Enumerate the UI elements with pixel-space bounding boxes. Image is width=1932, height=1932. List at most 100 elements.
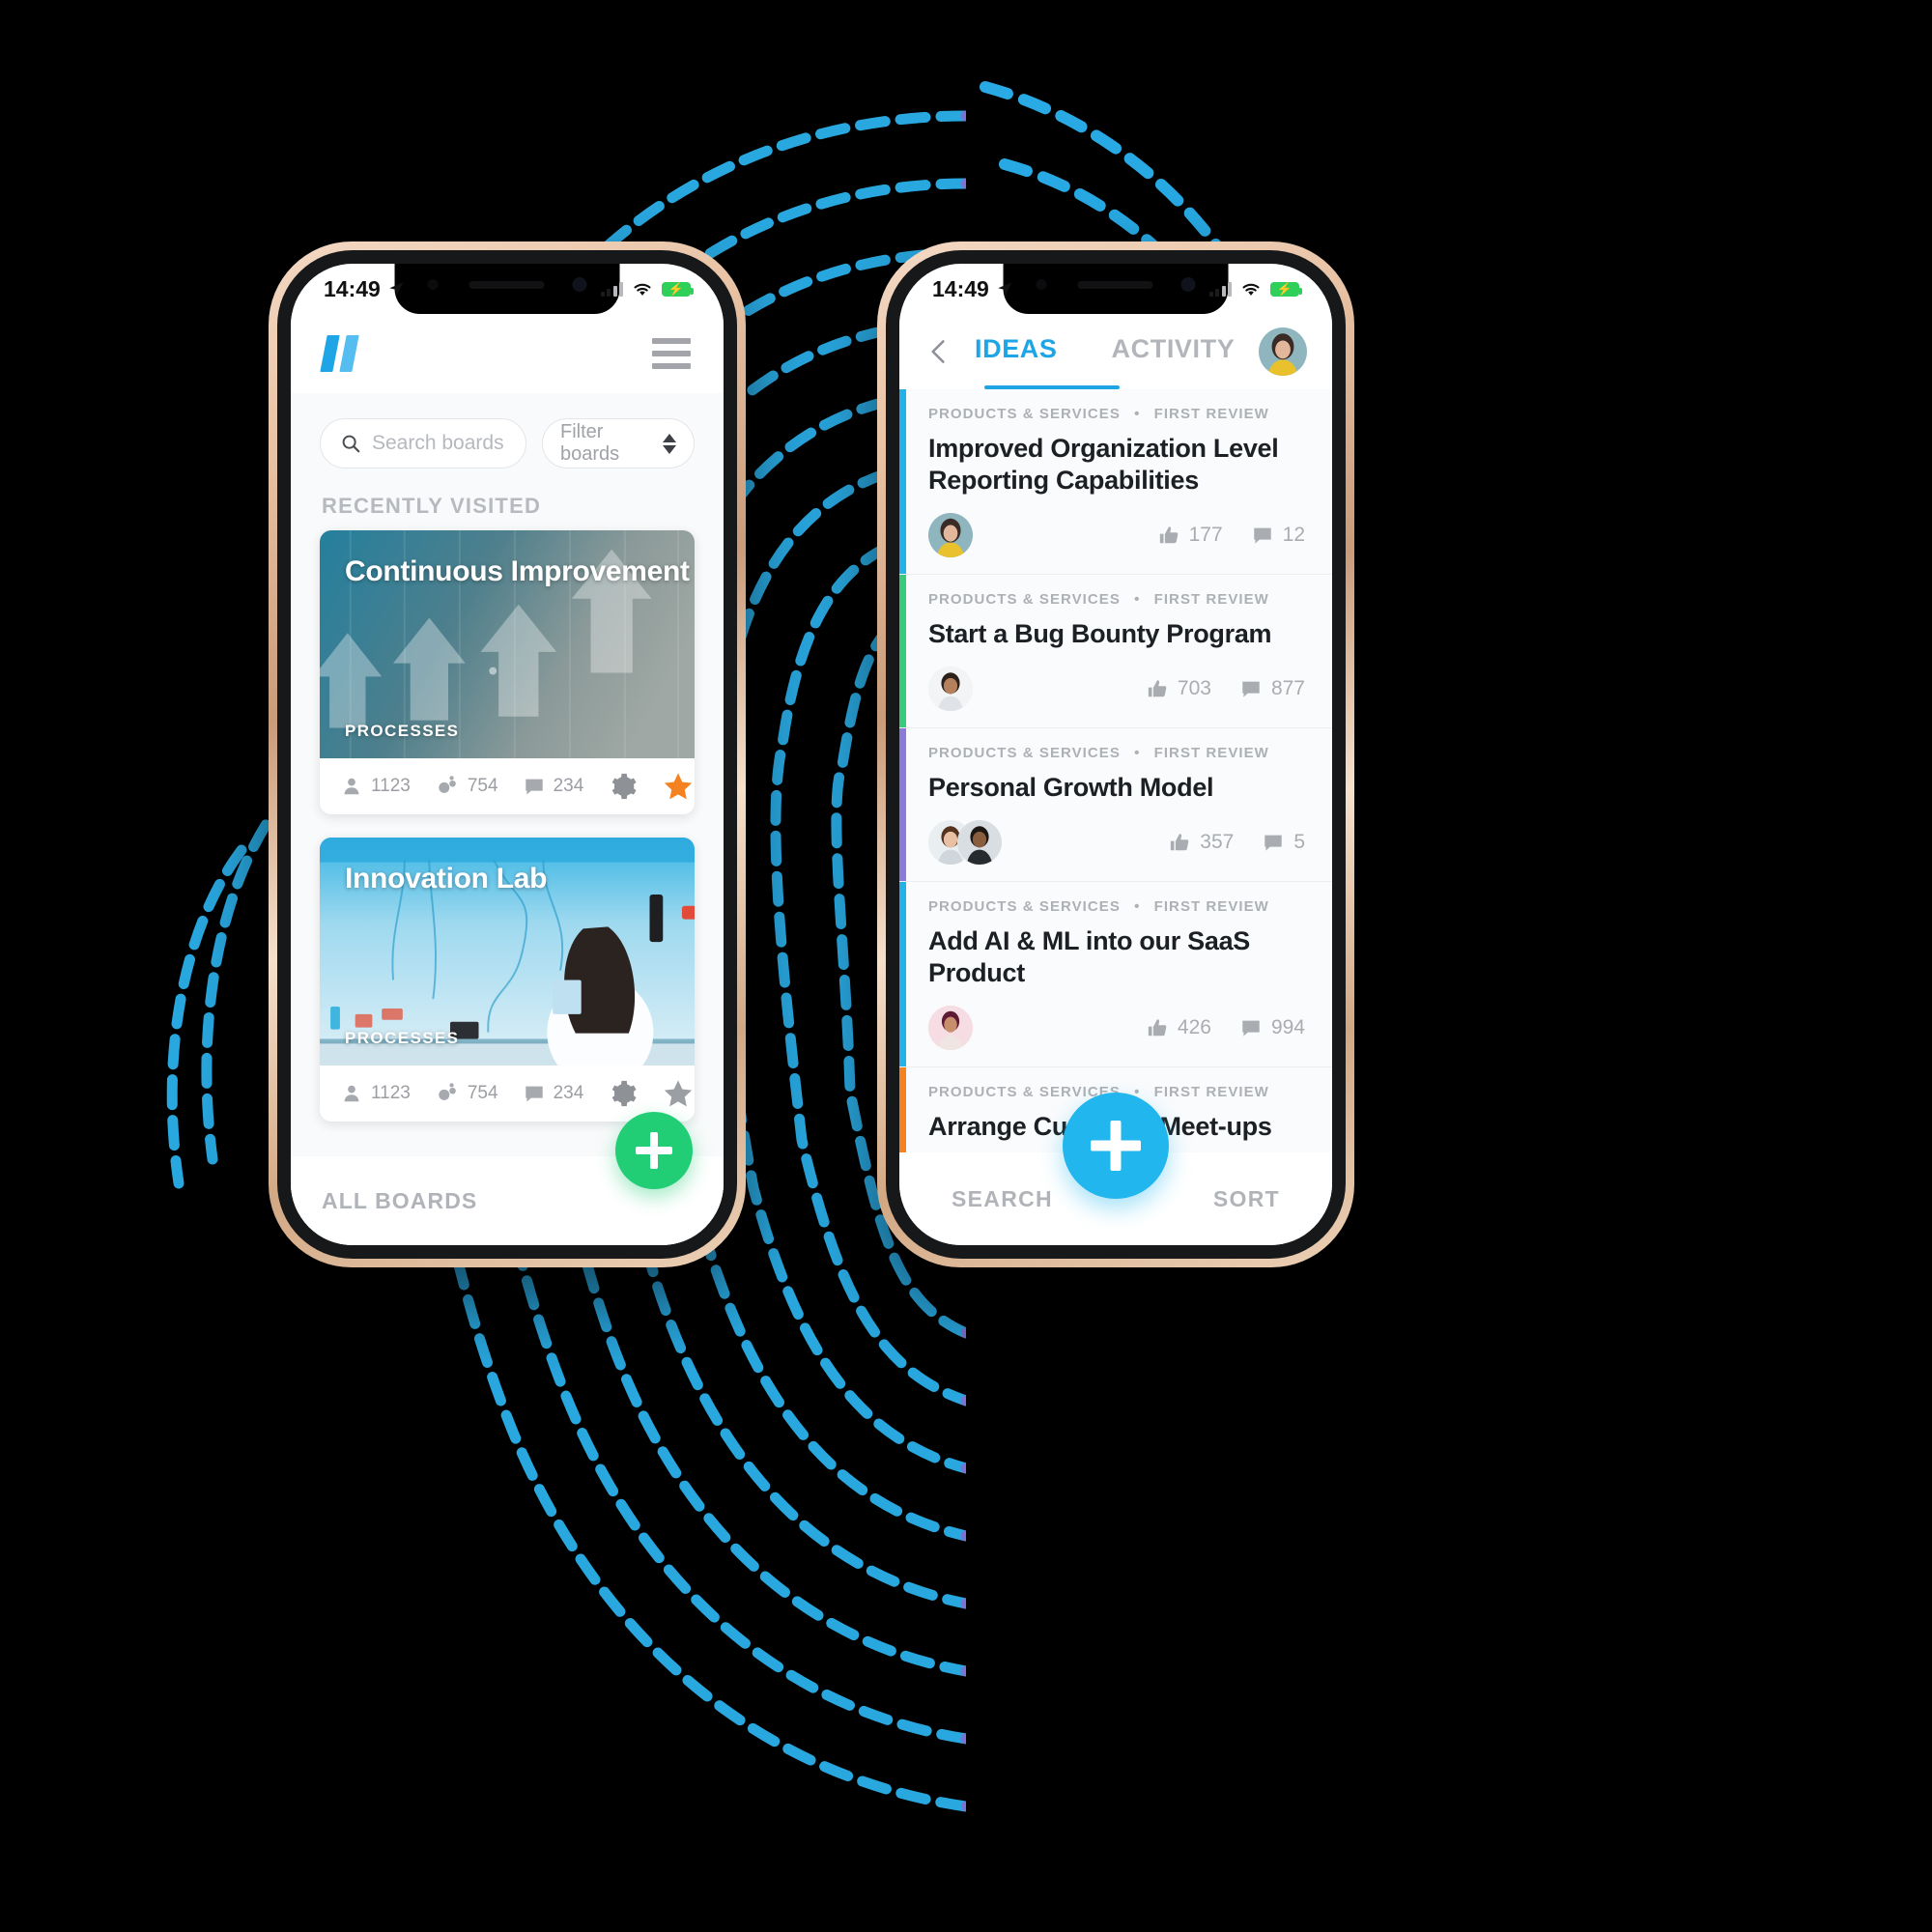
gear-icon[interactable]: [609, 772, 638, 801]
list-item[interactable]: PRODUCTS & SERVICES • FIRST REVIEW Add A…: [899, 881, 1332, 1067]
avatar[interactable]: [928, 512, 973, 557]
filter-select[interactable]: Filter boards: [542, 418, 695, 469]
status-color-bar: [899, 727, 906, 881]
board-card[interactable]: Innovation Lab PROCESSES 1123 754 234: [320, 838, 695, 1122]
status-bar-left: 14:49: [932, 276, 1053, 302]
idea-likes[interactable]: 357: [1169, 831, 1234, 854]
sort-button[interactable]: SORT: [1213, 1186, 1280, 1212]
status-time: 14:49: [324, 275, 381, 301]
idea-category: PRODUCTS & SERVICES: [928, 744, 1121, 761]
idea-counts: 703 877: [1147, 677, 1305, 700]
add-board-fab[interactable]: [615, 1112, 693, 1189]
list-item[interactable]: PRODUCTS & SERVICES • FIRST REVIEW Perso…: [899, 727, 1332, 882]
meta-separator: •: [1134, 406, 1141, 422]
avatar[interactable]: [928, 666, 973, 711]
group-icon: [439, 1083, 456, 1100]
gear-icon[interactable]: [609, 1079, 638, 1108]
idea-status: FIRST REVIEW: [1153, 590, 1269, 608]
thumbs-up-icon: [1148, 680, 1167, 697]
comment-icon: [1253, 527, 1271, 544]
avatar[interactable]: [928, 1005, 973, 1050]
search-button[interactable]: SEARCH: [952, 1186, 1053, 1212]
left-phone-screen: 14:49 ⚡ Search boards Filter boards RECE…: [291, 264, 724, 1245]
board-card[interactable]: Continuous Improvement PROCESSES 1123 75…: [320, 530, 695, 814]
person-icon: [344, 1085, 359, 1102]
list-item[interactable]: PRODUCTS & SERVICES • FIRST REVIEW Start…: [899, 574, 1332, 728]
status-bar: 14:49 ⚡: [291, 264, 724, 314]
likes-count: 177: [1188, 523, 1223, 546]
idea-title: Add AI & ML into our SaaS Product: [928, 925, 1251, 987]
brand-slashes-logo[interactable]: [320, 335, 359, 372]
tab-ideas[interactable]: IDEAS: [975, 334, 1058, 370]
hamburger-menu-icon[interactable]: [652, 338, 691, 369]
comment-icon: [525, 779, 543, 795]
thumbs-up-icon: [1148, 1018, 1167, 1036]
idea-likes[interactable]: 703: [1147, 677, 1211, 700]
wifi-icon: [634, 283, 651, 296]
group-icon: [439, 776, 456, 793]
section-title-recently-visited: RECENTLY VISITED: [322, 494, 542, 518]
board-stats-row: 1123 754 234: [320, 758, 695, 814]
idea-footer: 357 5: [928, 817, 1305, 867]
right-phone-screen: 14:49 ⚡ IDEAS ACTIVITY PRODUCTS & SERVIC…: [899, 264, 1332, 1245]
idea-meta: PRODUCTS & SERVICES • FIRST REVIEW: [928, 406, 1305, 422]
idea-comments[interactable]: 12: [1252, 524, 1305, 547]
status-bar-left: 14:49: [324, 276, 444, 302]
status-color-bar: [899, 881, 906, 1066]
status-color-bar: [899, 574, 906, 727]
logo-bar-2: [339, 335, 359, 372]
idea-comments[interactable]: 5: [1263, 831, 1305, 854]
idea-meta: PRODUCTS & SERVICES • FIRST REVIEW: [928, 591, 1305, 608]
idea-comments[interactable]: 994: [1240, 1016, 1305, 1039]
idea-status: FIRST REVIEW: [1153, 897, 1269, 915]
idea-footer: 703 877: [928, 664, 1305, 714]
avatar[interactable]: [1259, 327, 1307, 376]
star-icon[interactable]: [663, 771, 694, 802]
location-arrow-icon: [389, 282, 404, 296]
left-phone-bezel: 14:49 ⚡ Search boards Filter boards RECE…: [277, 250, 737, 1259]
location-arrow-icon: [998, 282, 1012, 296]
board-members-count: 1123: [371, 1083, 411, 1103]
idea-likes[interactable]: 426: [1147, 1016, 1211, 1039]
thumbs-up-icon: [1159, 526, 1178, 544]
add-idea-fab[interactable]: [1063, 1093, 1169, 1199]
idea-comments[interactable]: 877: [1240, 677, 1305, 700]
board-comments-count: 234: [553, 776, 584, 796]
status-color-bar: [899, 1066, 906, 1152]
avatar-stack[interactable]: [928, 819, 1002, 865]
board-groups-stat: 754: [436, 776, 498, 797]
board-members-stat: 1123: [341, 776, 411, 797]
tab-activity[interactable]: ACTIVITY: [1112, 334, 1236, 370]
chevron-left-icon[interactable]: [924, 337, 953, 366]
board-groups-count: 754: [467, 1083, 498, 1103]
list-item[interactable]: PRODUCTS & SERVICES • FIRST REVIEW Impro…: [899, 389, 1332, 575]
comment-icon: [525, 1086, 543, 1102]
right-phone-device: 14:49 ⚡ IDEAS ACTIVITY PRODUCTS & SERVIC…: [877, 242, 1354, 1267]
idea-category: PRODUCTS & SERVICES: [928, 590, 1121, 608]
comments-count: 994: [1270, 1015, 1305, 1038]
comment-icon: [1242, 681, 1260, 697]
idea-likes[interactable]: 177: [1158, 524, 1223, 547]
search-input[interactable]: Search boards: [320, 418, 526, 469]
board-comments-count: 234: [553, 1083, 584, 1103]
idea-status: FIRST REVIEW: [1153, 744, 1269, 761]
logo-bar-1: [320, 335, 340, 372]
all-boards-label: ALL BOARDS: [322, 1187, 478, 1213]
board-actions: [609, 771, 694, 802]
idea-status: FIRST REVIEW: [1153, 406, 1269, 422]
status-bar-right: ⚡: [600, 281, 694, 298]
star-icon[interactable]: [663, 1078, 694, 1109]
person-icon: [344, 778, 359, 795]
idea-category: PRODUCTS & SERVICES: [928, 406, 1121, 422]
app-bar: [291, 314, 724, 393]
status-time: 14:49: [932, 275, 989, 301]
plus-icon: [1091, 1121, 1141, 1171]
avatar: [957, 819, 1002, 865]
plus-icon: [636, 1132, 672, 1169]
board-groups-stat: 754: [436, 1083, 498, 1104]
right-phone-bezel: 14:49 ⚡ IDEAS ACTIVITY PRODUCTS & SERVIC…: [886, 250, 1346, 1259]
idea-title: Start a Bug Bounty Program: [928, 618, 1272, 648]
board-category: PROCESSES: [345, 722, 460, 740]
boards-screen-body: Search boards Filter boards RECENTLY VIS…: [291, 393, 724, 1245]
comments-count: 877: [1270, 676, 1305, 699]
